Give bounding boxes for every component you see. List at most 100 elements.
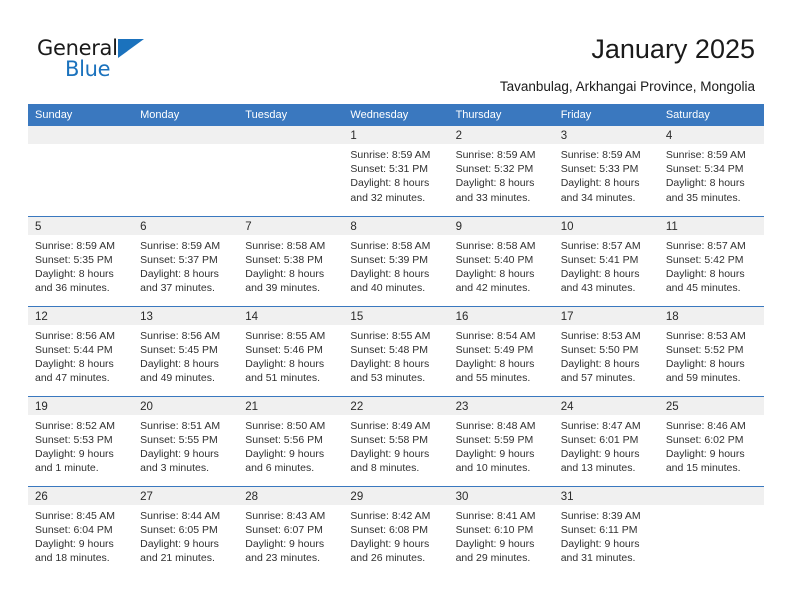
calendar-day-cell[interactable]: 9 Sunrise: 8:58 AM Sunset: 5:40 PM Daylight… — [448, 216, 554, 307]
calendar-day-cell[interactable]: 8 Sunrise: 8:58 AM Sunset: 5:39 PM Daylight… — [343, 216, 449, 307]
daylight-text: Daylight: 9 hours — [140, 537, 219, 550]
day-number: 27 — [133, 486, 239, 505]
calendar-day-cell[interactable]: 16 Sunrise: 8:54 AM Sunset: 5:49 PM Dayligh… — [448, 306, 554, 397]
daylight-text: Daylight: 9 hours — [665, 447, 745, 460]
calendar-day-cell[interactable]: 31 Sunrise: 8:39 AM Sunset: 6:11 PM Dayligh… — [553, 486, 659, 576]
day-number: 28 — [238, 486, 344, 505]
daylight-text: Daylight: 8 hours — [560, 357, 640, 370]
calendar-day-cell[interactable]: 20 Sunrise: 8:51 AM Sunset: 5:55 PM Dayligh… — [133, 396, 239, 487]
daylight-text: and 3 minutes. — [140, 462, 210, 475]
sunset-text: Sunset: 6:07 PM — [245, 523, 323, 536]
calendar-day-cell[interactable]: 27 Sunrise: 8:44 AM Sunset: 6:05 PM Dayligh… — [133, 486, 239, 576]
day-number: 2 — [448, 126, 554, 144]
sunset-text: Sunset: 5:31 PM — [350, 163, 429, 176]
brand-logo[interactable]: General Blue — [37, 36, 157, 82]
calendar-day-cell[interactable]: 24 Sunrise: 8:47 AM Sunset: 6:01 PM Dayligh… — [553, 396, 659, 487]
calendar-day-cell[interactable]: 23 Sunrise: 8:48 AM Sunset: 5:59 PM Dayligh… — [448, 396, 554, 487]
calendar-day-cell[interactable]: 10 Sunrise: 8:57 AM Sunset: 5:41 PM Dayligh… — [553, 216, 659, 307]
day-number: 23 — [448, 396, 554, 415]
day-number: 4 — [658, 126, 764, 144]
daylight-text: and 32 minutes. — [350, 191, 426, 204]
sunset-text: Sunset: 5:46 PM — [245, 343, 323, 356]
calendar-day-cell-empty — [658, 486, 764, 576]
day-number: 5 — [28, 216, 134, 235]
day-details — [28, 144, 133, 148]
daylight-text: Daylight: 8 hours — [455, 357, 535, 370]
daylight-text: and 13 minutes. — [560, 462, 636, 475]
day-details: Sunrise: 8:57 AM Sunset: 5:42 PM Daylight:… — [659, 235, 764, 296]
day-number: 13 — [133, 306, 239, 325]
page-title: January 2025 — [591, 34, 755, 64]
sunrise-text: Sunrise: 8:47 AM — [560, 419, 641, 432]
sunset-text: Sunset: 5:32 PM — [455, 163, 534, 176]
calendar-day-cell[interactable]: 14 Sunrise: 8:55 AM Sunset: 5:46 PM Dayligh… — [238, 306, 344, 397]
daylight-text: and 34 minutes. — [560, 191, 636, 204]
daylight-text: and 36 minutes. — [35, 282, 110, 295]
day-details: Sunrise: 8:47 AM Sunset: 6:01 PM Daylight:… — [554, 415, 659, 476]
sunrise-text: Sunrise: 8:53 AM — [560, 329, 641, 342]
daylight-text: and 45 minutes. — [665, 282, 741, 295]
day-details: Sunrise: 8:59 AM Sunset: 5:34 PM Daylight:… — [659, 144, 764, 205]
sunset-text: Sunset: 5:39 PM — [350, 253, 429, 266]
calendar-day-cell[interactable]: 1 Sunrise: 8:59 AM Sunset: 5:31 PM Daylight… — [343, 126, 449, 217]
sunrise-text: Sunrise: 8:58 AM — [245, 239, 326, 252]
sunset-text: Sunset: 5:38 PM — [245, 253, 323, 266]
calendar-day-cell[interactable]: 28 Sunrise: 8:43 AM Sunset: 6:07 PM Dayligh… — [238, 486, 344, 576]
calendar-day-cell[interactable]: 26 Sunrise: 8:45 AM Sunset: 6:04 PM Dayligh… — [28, 486, 134, 576]
calendar-day-cell[interactable]: 5 Sunrise: 8:59 AM Sunset: 5:35 PM Daylight… — [28, 216, 134, 307]
day-details: Sunrise: 8:48 AM Sunset: 5:59 PM Daylight:… — [449, 415, 554, 476]
sunrise-text: Sunrise: 8:43 AM — [245, 509, 326, 522]
daylight-text: and 43 minutes. — [560, 282, 636, 295]
calendar-day-cell[interactable]: 3 Sunrise: 8:59 AM Sunset: 5:33 PM Daylight… — [553, 126, 659, 217]
day-details: Sunrise: 8:50 AM Sunset: 5:56 PM Daylight:… — [238, 415, 343, 476]
calendar-day-cell[interactable]: 2 Sunrise: 8:59 AM Sunset: 5:32 PM Daylight… — [448, 126, 554, 217]
daylight-text: Daylight: 9 hours — [350, 447, 430, 460]
day-number: 29 — [343, 486, 449, 505]
sunrise-text: Sunrise: 8:53 AM — [665, 329, 746, 342]
daylight-text: Daylight: 9 hours — [140, 447, 219, 460]
calendar-day-cell[interactable]: 30 Sunrise: 8:41 AM Sunset: 6:10 PM Dayligh… — [448, 486, 554, 576]
sunrise-text: Sunrise: 8:49 AM — [350, 419, 431, 432]
day-number: 11 — [658, 216, 764, 235]
calendar-day-cell[interactable]: 13 Sunrise: 8:56 AM Sunset: 5:45 PM Dayligh… — [133, 306, 239, 397]
calendar-day-cell-empty — [133, 126, 239, 217]
day-details: Sunrise: 8:51 AM Sunset: 5:55 PM Daylight:… — [133, 415, 238, 476]
sunset-text: Sunset: 6:05 PM — [140, 523, 218, 536]
calendar-week-row: 12 Sunrise: 8:56 AM Sunset: 5:44 PM Dayligh… — [28, 306, 764, 397]
daylight-text: and 53 minutes. — [350, 372, 426, 385]
day-details — [133, 144, 238, 148]
daylight-text: Daylight: 8 hours — [665, 267, 745, 280]
sunrise-text: Sunrise: 8:45 AM — [35, 509, 115, 522]
calendar-day-cell[interactable]: 18 Sunrise: 8:53 AM Sunset: 5:52 PM Dayligh… — [658, 306, 764, 397]
day-number: 21 — [238, 396, 344, 415]
sunrise-text: Sunrise: 8:39 AM — [560, 509, 641, 522]
sunrise-text: Sunrise: 8:59 AM — [35, 239, 115, 252]
calendar-day-cell[interactable]: 21 Sunrise: 8:50 AM Sunset: 5:56 PM Dayligh… — [238, 396, 344, 487]
calendar-day-cell[interactable]: 6 Sunrise: 8:59 AM Sunset: 5:37 PM Daylight… — [133, 216, 239, 307]
page-header: General Blue January 2025 Tavanbulag, Ar… — [0, 0, 792, 100]
calendar-day-cell[interactable]: 29 Sunrise: 8:42 AM Sunset: 6:08 PM Dayligh… — [343, 486, 449, 576]
calendar-day-cell[interactable]: 25 Sunrise: 8:46 AM Sunset: 6:02 PM Dayligh… — [658, 396, 764, 487]
triangle-icon — [118, 39, 144, 58]
calendar-day-cell[interactable]: 17 Sunrise: 8:53 AM Sunset: 5:50 PM Dayligh… — [553, 306, 659, 397]
calendar-day-cell[interactable]: 12 Sunrise: 8:56 AM Sunset: 5:44 PM Dayligh… — [28, 306, 134, 397]
day-number: 25 — [658, 396, 764, 415]
weekday-header-wednesday: Wednesday — [343, 104, 449, 126]
sunrise-text: Sunrise: 8:57 AM — [665, 239, 746, 252]
calendar-day-cell[interactable]: 4 Sunrise: 8:59 AM Sunset: 5:34 PM Daylight… — [658, 126, 764, 217]
sunset-text: Sunset: 5:42 PM — [665, 253, 744, 266]
calendar-day-cell[interactable]: 22 Sunrise: 8:49 AM Sunset: 5:58 PM Dayligh… — [343, 396, 449, 487]
day-details — [238, 144, 343, 148]
calendar-day-cell[interactable]: 19 Sunrise: 8:52 AM Sunset: 5:53 PM Dayligh… — [28, 396, 134, 487]
daylight-text: Daylight: 9 hours — [560, 447, 640, 460]
calendar-day-cell[interactable]: 11 Sunrise: 8:57 AM Sunset: 5:42 PM Dayligh… — [658, 216, 764, 307]
calendar-day-cell[interactable]: 15 Sunrise: 8:55 AM Sunset: 5:48 PM Dayligh… — [343, 306, 449, 397]
sunset-text: Sunset: 5:59 PM — [455, 433, 534, 446]
day-details: Sunrise: 8:43 AM Sunset: 6:07 PM Daylight:… — [238, 505, 343, 566]
daylight-text: and 37 minutes. — [140, 282, 215, 295]
day-details: Sunrise: 8:55 AM Sunset: 5:48 PM Daylight:… — [343, 325, 448, 386]
calendar-day-cell[interactable]: 7 Sunrise: 8:58 AM Sunset: 5:38 PM Daylight… — [238, 216, 344, 307]
daylight-text: Daylight: 8 hours — [140, 267, 219, 280]
sunrise-text: Sunrise: 8:42 AM — [350, 509, 431, 522]
sunset-text: Sunset: 5:49 PM — [455, 343, 534, 356]
